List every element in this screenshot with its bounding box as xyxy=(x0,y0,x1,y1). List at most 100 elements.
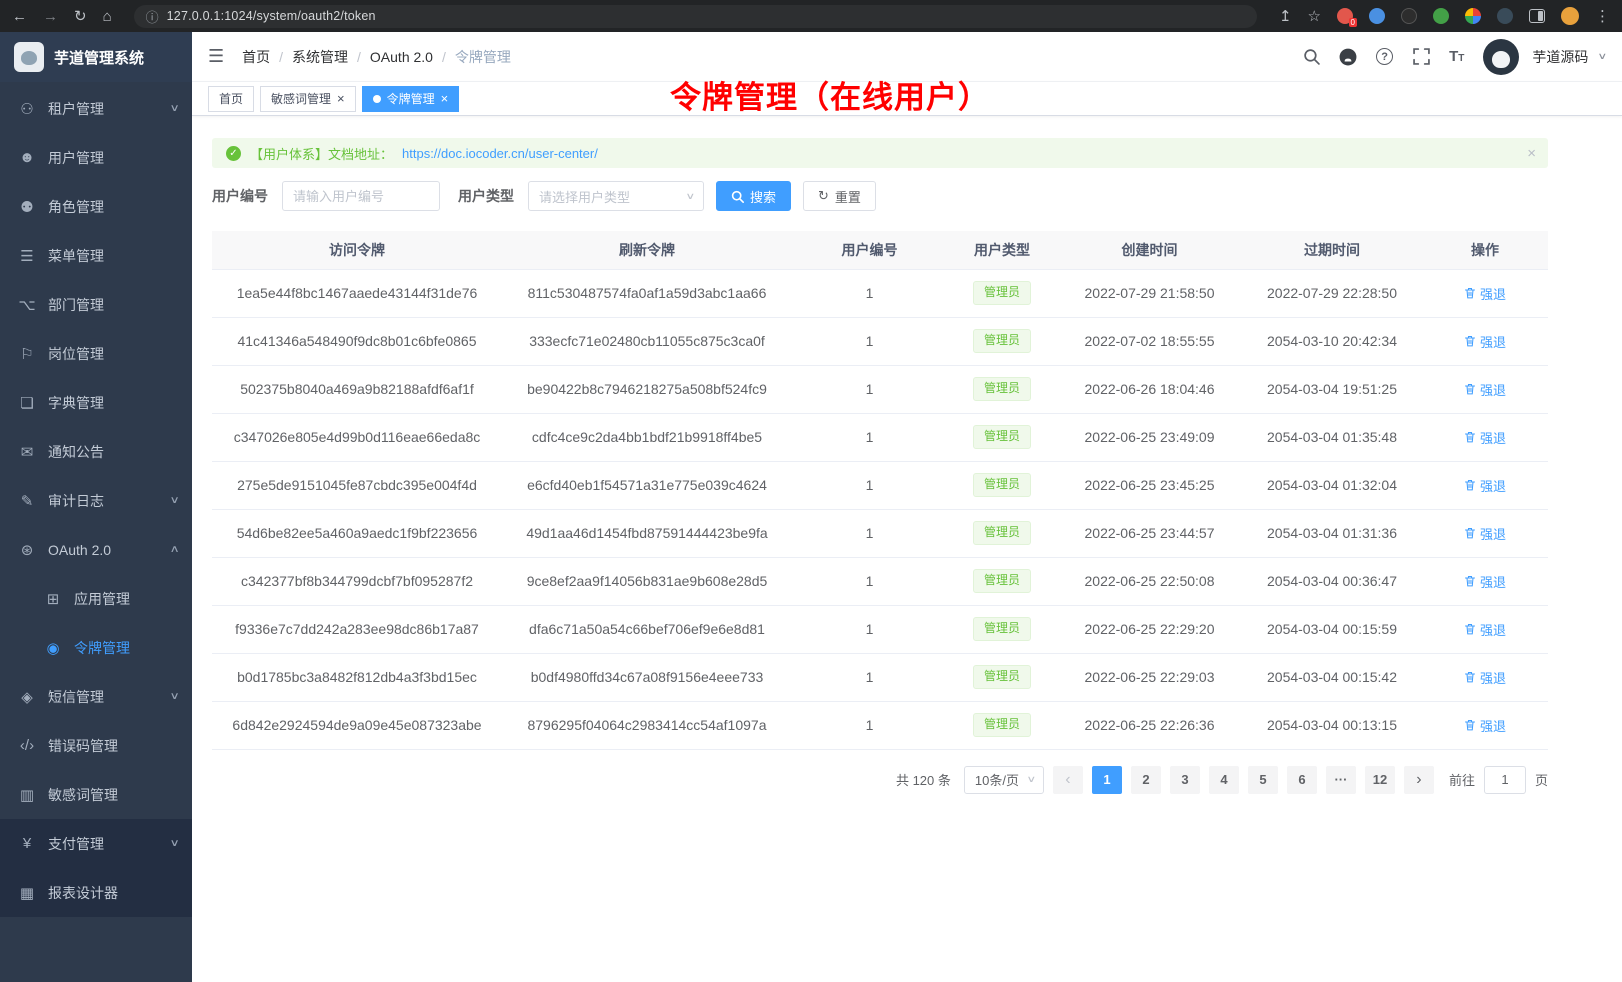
doc-link[interactable]: https://doc.iocoder.cn/user-center/ xyxy=(402,146,598,161)
force-logout-button[interactable]: 强退 xyxy=(1464,620,1506,639)
page-button-1[interactable]: 1 xyxy=(1092,766,1122,794)
sidebar-item-post[interactable]: ⚐ 岗位管理 xyxy=(0,329,192,378)
sidebar-item-sms[interactable]: ◈ 短信管理 ∨ xyxy=(0,672,192,721)
extension-icon-2[interactable] xyxy=(1369,8,1385,24)
next-page-button[interactable]: › xyxy=(1404,766,1434,794)
breadcrumb-oauth2[interactable]: OAuth 2.0 xyxy=(370,49,433,65)
close-icon[interactable]: × xyxy=(441,92,449,105)
breadcrumb-system[interactable]: 系统管理 xyxy=(292,47,348,67)
screen: ← → ↻ ⌂ ⓘ 127.0.0.1:1024/system/oauth2/t… xyxy=(0,0,1622,982)
app-window-icon: ⊞ xyxy=(44,590,62,608)
prev-page-button[interactable]: ‹ xyxy=(1053,766,1083,794)
extension-icon-1[interactable]: 0 xyxy=(1337,8,1353,24)
home-icon[interactable]: ⌂ xyxy=(103,9,112,24)
help-icon[interactable]: ? xyxy=(1376,48,1393,65)
back-icon[interactable]: ← xyxy=(12,9,27,24)
forward-icon[interactable]: → xyxy=(43,9,58,24)
cell-access-token: 275e5de9151045fe87cbdc395e004f4d xyxy=(212,461,502,509)
user-type-badge: 管理员 xyxy=(973,569,1031,593)
total-count: 共 120 条 xyxy=(896,770,951,789)
bookmark-star-icon[interactable]: ☆ xyxy=(1308,9,1321,24)
sidebar-item-dict[interactable]: ❏ 字典管理 xyxy=(0,378,192,427)
extension-icon-6[interactable] xyxy=(1497,8,1513,24)
tab-token[interactable]: 令牌管理 × xyxy=(362,86,460,112)
sidebar-item-tenant[interactable]: ⚇ 租户管理 ∨ xyxy=(0,84,192,133)
force-logout-button[interactable]: 强退 xyxy=(1464,284,1506,303)
cell-actions: 强退 xyxy=(1422,269,1548,317)
page-size-select[interactable]: 10条/页 ∨ xyxy=(964,766,1044,794)
reset-button[interactable]: ↻ 重置 xyxy=(803,181,876,211)
chevron-down-icon: ∨ xyxy=(169,691,179,702)
page-button-12[interactable]: 12 xyxy=(1365,766,1395,794)
sidebar-item-dept[interactable]: ⌥ 部门管理 xyxy=(0,280,192,329)
sidebar-item-notice[interactable]: ✉ 通知公告 xyxy=(0,427,192,476)
sidebar-item-role[interactable]: ⚉ 角色管理 xyxy=(0,182,192,231)
search-button[interactable]: 搜索 xyxy=(716,181,791,211)
force-logout-button[interactable]: 强退 xyxy=(1464,668,1506,687)
force-logout-button[interactable]: 强退 xyxy=(1464,524,1506,543)
more-pages-button[interactable]: ··· xyxy=(1326,766,1356,794)
cell-user-id: 1 xyxy=(792,509,947,557)
site-info-icon[interactable]: ⓘ xyxy=(146,7,159,26)
chevron-down-icon[interactable]: ∨ xyxy=(1598,51,1608,62)
chevron-down-icon: ∨ xyxy=(686,191,696,202)
tab-home[interactable]: 首页 xyxy=(208,86,254,112)
split-view-icon[interactable] xyxy=(1529,9,1545,23)
page-button-3[interactable]: 3 xyxy=(1170,766,1200,794)
page-button-4[interactable]: 4 xyxy=(1209,766,1239,794)
cell-expire-time: 2054-03-04 00:15:59 xyxy=(1242,605,1422,653)
force-logout-button[interactable]: 强退 xyxy=(1464,380,1506,399)
browser-profile-avatar[interactable] xyxy=(1561,7,1579,25)
refresh-icon[interactable]: ↻ xyxy=(74,9,87,24)
cell-created-time: 2022-06-25 23:45:25 xyxy=(1057,461,1242,509)
app-title: 芋道管理系统 xyxy=(54,47,144,68)
page-button-2[interactable]: 2 xyxy=(1131,766,1161,794)
user-icon: ☻ xyxy=(18,149,36,166)
close-icon[interactable]: × xyxy=(337,92,345,105)
role-icon: ⚉ xyxy=(18,198,36,216)
page-button-5[interactable]: 5 xyxy=(1248,766,1278,794)
cell-expire-time: 2054-03-04 00:36:47 xyxy=(1242,557,1422,605)
sidebar-item-oauth2-token[interactable]: ◉ 令牌管理 xyxy=(0,623,192,672)
cell-actions: 强退 xyxy=(1422,365,1548,413)
user-type-select[interactable]: 请选择用户类型 ∨ xyxy=(528,181,704,211)
sidebar-item-sensitive-word[interactable]: ▥ 敏感词管理 xyxy=(0,770,192,819)
tab-sensitive-word[interactable]: 敏感词管理 × xyxy=(260,86,356,112)
sidebar-item-oauth2-app[interactable]: ⊞ 应用管理 xyxy=(0,574,192,623)
browser-menu-icon[interactable]: ⋮ xyxy=(1595,9,1610,24)
app-logo[interactable]: 芋道管理系统 xyxy=(0,32,192,82)
sidebar-item-menu[interactable]: ☰ 菜单管理 xyxy=(0,231,192,280)
github-icon[interactable] xyxy=(1339,48,1357,66)
extension-icon-5[interactable] xyxy=(1465,8,1481,24)
extension-icon-4[interactable] xyxy=(1433,8,1449,24)
url-bar[interactable]: ⓘ 127.0.0.1:1024/system/oauth2/token xyxy=(134,5,1257,28)
alert-close-icon[interactable]: × xyxy=(1527,145,1536,162)
sidebar-item-audit-log[interactable]: ✎ 审计日志 ∨ xyxy=(0,476,192,525)
force-logout-button[interactable]: 强退 xyxy=(1464,716,1506,735)
force-logout-button[interactable]: 强退 xyxy=(1464,572,1506,591)
cell-created-time: 2022-06-25 22:29:03 xyxy=(1057,653,1242,701)
sidebar-item-oauth2[interactable]: ⊛ OAuth 2.0 ∧ xyxy=(0,525,192,574)
sidebar-item-error-code[interactable]: ‹/› 错误码管理 xyxy=(0,721,192,770)
force-logout-button[interactable]: 强退 xyxy=(1464,332,1506,351)
username[interactable]: 芋道源码 xyxy=(1532,47,1588,67)
goto-page-input[interactable] xyxy=(1484,766,1526,794)
page-button-6[interactable]: 6 xyxy=(1287,766,1317,794)
collapse-sidebar-icon[interactable]: ☰ xyxy=(208,46,224,67)
fullscreen-icon[interactable] xyxy=(1412,48,1430,66)
cell-user-id: 1 xyxy=(792,557,947,605)
force-logout-button[interactable]: 强退 xyxy=(1464,428,1506,447)
force-logout-button[interactable]: 强退 xyxy=(1464,476,1506,495)
cell-access-token: 502375b8040a469a9b82188afdf6af1f xyxy=(212,365,502,413)
breadcrumb-home[interactable]: 首页 xyxy=(242,47,270,67)
sidebar-item-user[interactable]: ☻ 用户管理 xyxy=(0,133,192,182)
font-size-icon[interactable]: TT xyxy=(1449,48,1464,65)
sidebar-item-report-designer[interactable]: ▦ 报表设计器 xyxy=(0,868,192,917)
sidebar-item-pay[interactable]: ¥ 支付管理 ∨ xyxy=(0,819,192,868)
user-id-input[interactable] xyxy=(282,181,440,211)
main-area: 令牌管理（在线用户） ☰ 首页 / 系统管理 / OAuth 2.0 / 令牌管… xyxy=(192,32,1622,982)
share-icon[interactable]: ↥ xyxy=(1279,9,1292,24)
extension-icon-3[interactable] xyxy=(1401,8,1417,24)
search-icon[interactable] xyxy=(1302,48,1320,66)
avatar[interactable] xyxy=(1483,39,1519,75)
